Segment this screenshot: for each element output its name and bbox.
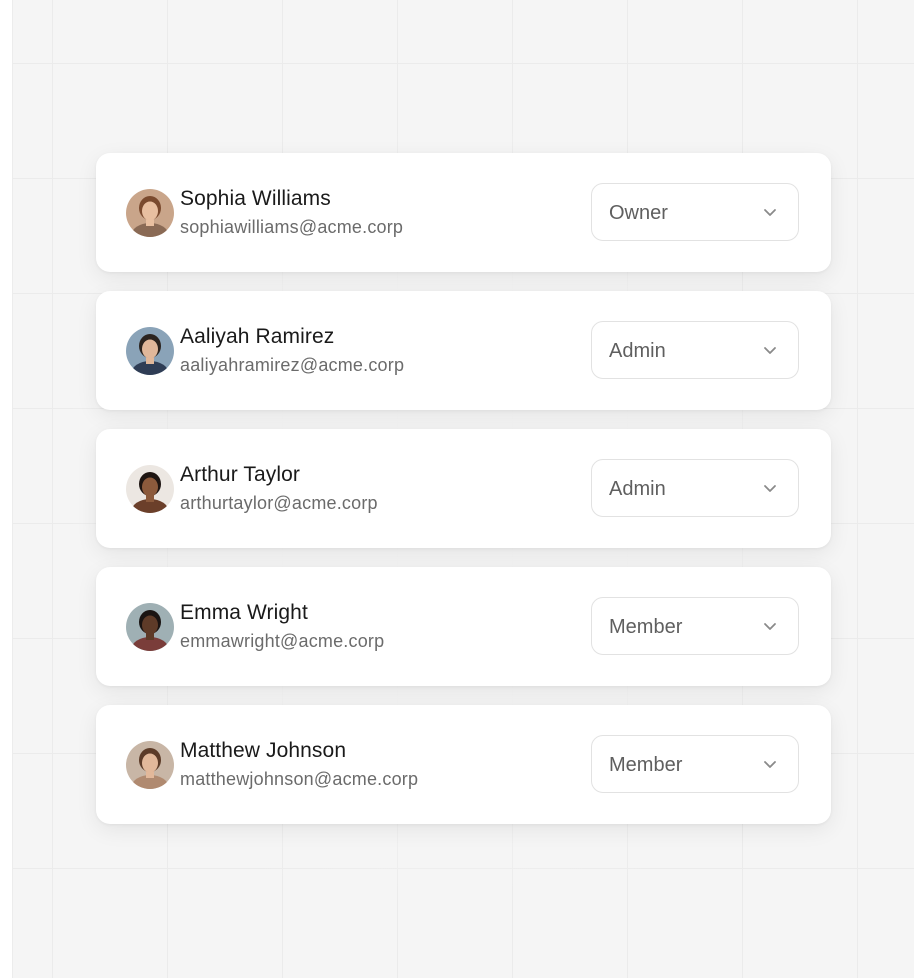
role-value: Member [609,754,683,776]
member-email: matthewjohnson@acme.corp [180,769,419,789]
avatar [126,465,174,513]
role-value: Member [609,616,683,638]
member-card: Sophia Williams sophiawilliams@acme.corp… [96,153,831,272]
member-card: Matthew Johnson matthewjohnson@acme.corp… [96,705,831,824]
avatar [126,603,174,651]
member-email: aaliyahramirez@acme.corp [180,355,405,375]
chevron-down-icon [764,761,776,768]
avatar-photo-icon [126,189,174,237]
member-email: arthurtaylor@acme.corp [180,493,378,513]
avatar [126,741,174,789]
avatar-photo-icon [126,741,174,789]
avatar-photo-icon [126,465,174,513]
avatar [126,189,174,237]
member-name: Sophia Williams [180,187,331,210]
member-card: Emma Wright emmawright@acme.corp Member [96,567,831,686]
member-card: Arthur Taylor arthurtaylor@acme.corp Adm… [96,429,831,548]
chevron-down-icon [764,485,776,492]
member-name: Emma Wright [180,601,308,624]
member-email: emmawright@acme.corp [180,631,385,651]
team-member-list: Sophia Williams sophiawilliams@acme.corp… [96,153,831,843]
role-select[interactable]: Member [591,735,799,793]
role-value: Admin [609,340,666,362]
member-name: Arthur Taylor [180,463,300,486]
role-value: Admin [609,478,666,500]
role-select[interactable]: Admin [591,459,799,517]
role-select[interactable]: Admin [591,321,799,379]
chevron-down-icon [764,623,776,630]
member-email: sophiawilliams@acme.corp [180,217,404,237]
avatar [126,327,174,375]
role-select[interactable]: Member [591,597,799,655]
avatar-photo-icon [126,603,174,651]
chevron-down-icon [764,209,776,216]
member-card: Aaliyah Ramirez aaliyahramirez@acme.corp… [96,291,831,410]
role-value: Owner [609,202,668,224]
role-select[interactable]: Owner [591,183,799,241]
avatar-photo-icon [126,327,174,375]
member-name: Matthew Johnson [180,739,347,762]
chevron-down-icon [764,347,776,354]
member-name: Aaliyah Ramirez [180,325,335,348]
